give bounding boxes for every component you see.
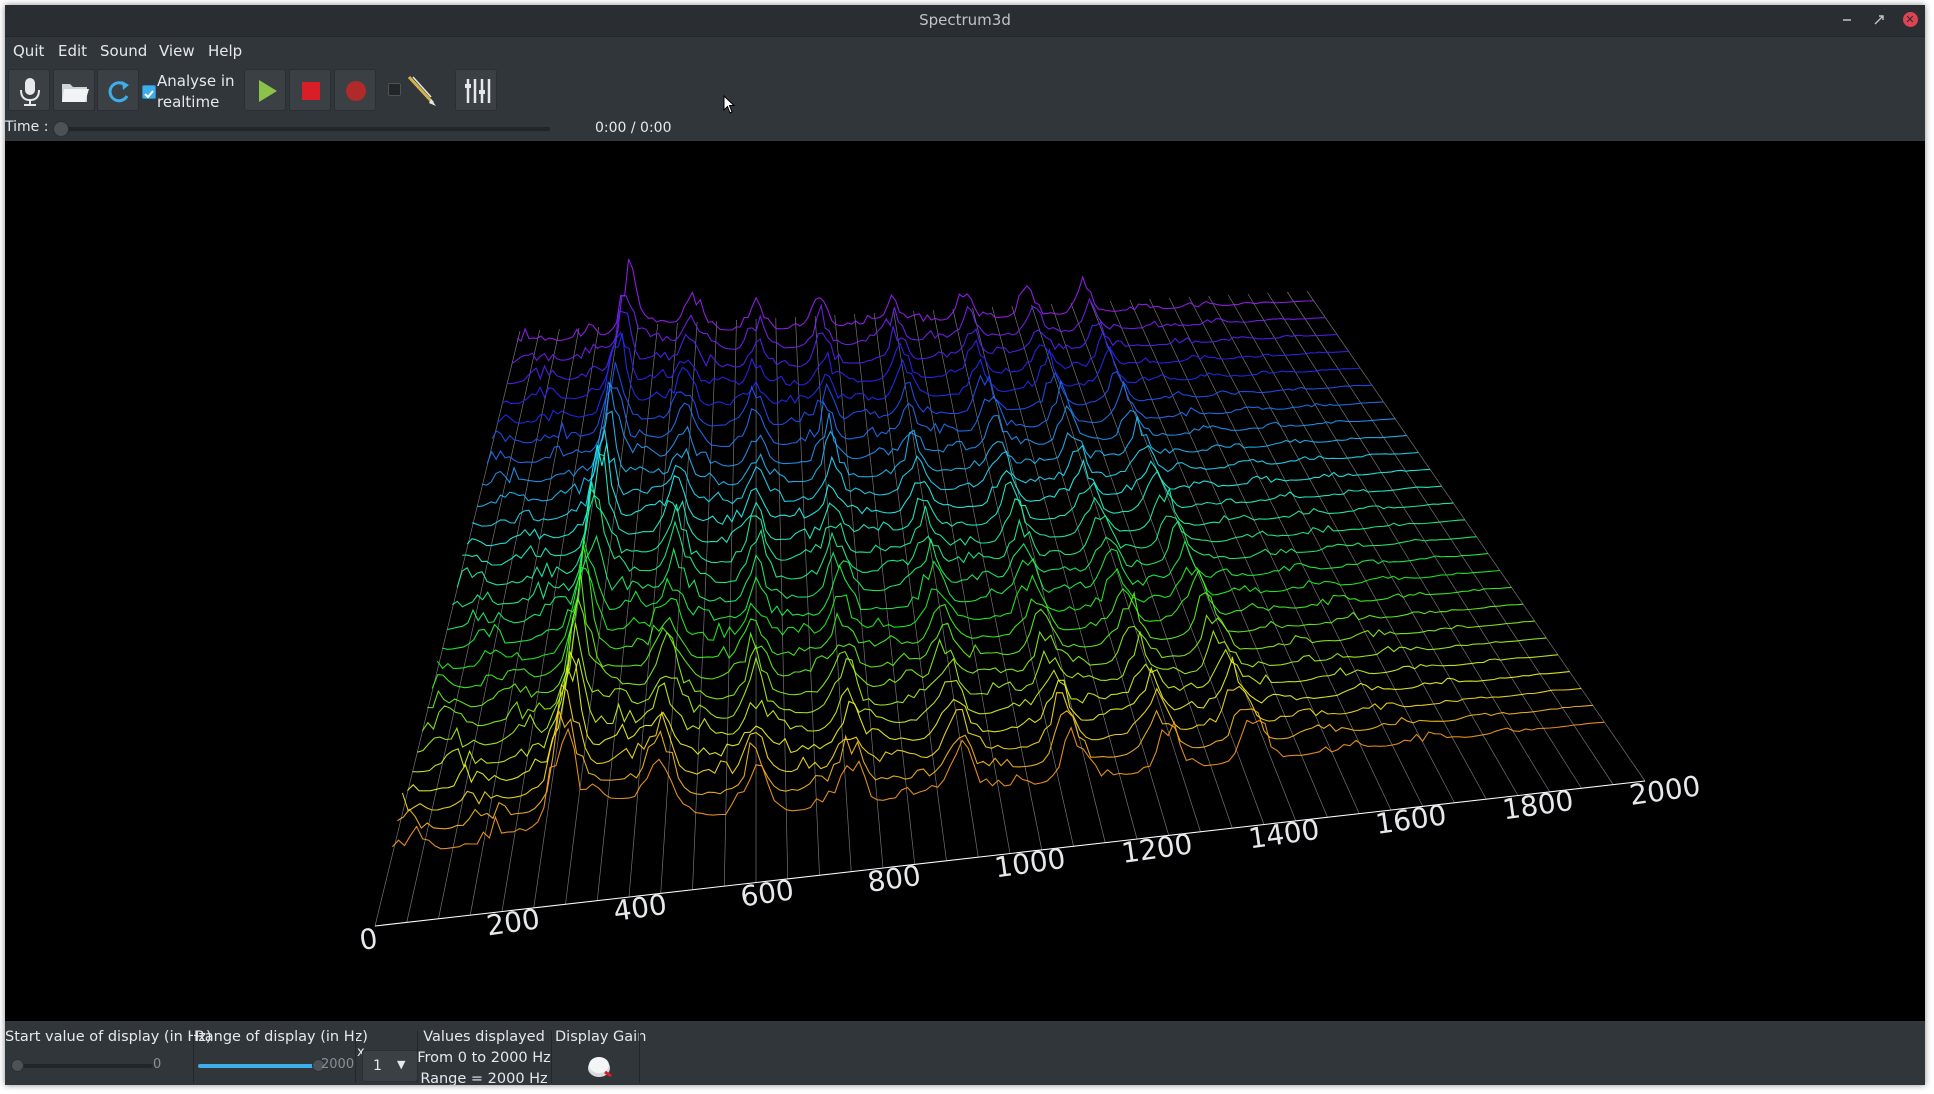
axis-tick-label: 1600 (1373, 798, 1448, 841)
spectrum-3d-plot: 0 200 400 600 800 1000 1200 1400 1600 1800 2000 (357, 258, 1703, 957)
menu-sound[interactable]: Sound (100, 42, 147, 60)
spectrum-trace (466, 442, 1431, 547)
maximize-icon (1874, 15, 1884, 25)
open-file-icon (62, 84, 89, 102)
grid-line (913, 310, 1011, 854)
spectrum-trace (511, 295, 1326, 364)
axis-tick-label: 1200 (1119, 827, 1194, 870)
axis-tick-label: 1800 (1500, 784, 1575, 827)
multiplier-value: 1 (373, 1058, 382, 1074)
stop-button[interactable] (289, 69, 331, 111)
axis-tick-label: 2000 (1627, 769, 1702, 812)
values-from: From 0 to 2000 Hz (417, 1050, 551, 1066)
start-value-slider-handle[interactable] (11, 1059, 24, 1072)
range-slider-fill (198, 1064, 318, 1068)
grid-line (893, 311, 979, 858)
time-row: Time : 0:00 / 0:00 (5, 117, 1925, 141)
open-file-button[interactable] (53, 69, 95, 111)
close-icon: ✕ (1902, 12, 1918, 27)
record-button[interactable] (334, 69, 376, 111)
pointer-checkbox[interactable] (388, 83, 401, 96)
close-button[interactable]: ✕ (1899, 9, 1921, 31)
grid-line (628, 322, 678, 898)
spectrum-trace (452, 494, 1465, 608)
axis-tick-label: 0 (357, 922, 379, 957)
values-range: Range = 2000 Hz (420, 1071, 548, 1085)
window-title: Spectrum3d (919, 11, 1011, 29)
microphone-icon (20, 78, 40, 106)
microphone-button[interactable] (8, 69, 50, 111)
multiplier-select[interactable]: 1 ▼ (362, 1050, 418, 1082)
grid-line (1031, 304, 1201, 832)
analyse-realtime-label[interactable]: Analyse in realtime (157, 71, 237, 113)
play-button[interactable] (244, 69, 286, 111)
maximize-button[interactable] (1868, 9, 1890, 31)
grid-line (1306, 290, 1646, 782)
time-readout: 0:00 / 0:00 (595, 120, 672, 136)
spectrum-trace (462, 453, 1442, 566)
start-value-slider[interactable] (13, 1064, 153, 1068)
minimize-button[interactable] (1836, 9, 1858, 31)
equalizer-button[interactable] (455, 69, 497, 111)
time-label: Time : (5, 119, 49, 135)
grid-line (1208, 295, 1487, 800)
grid-line (775, 317, 789, 879)
menu-edit[interactable]: Edit (58, 42, 87, 60)
time-slider-handle[interactable] (53, 121, 69, 137)
axis-tick-label: 600 (738, 873, 796, 913)
display-gain-knob[interactable] (583, 1050, 617, 1080)
reload-button[interactable] (97, 69, 139, 111)
spectrum-trace (482, 382, 1396, 486)
spectrum-trace (516, 258, 1314, 342)
checkmark-icon (144, 90, 154, 99)
reload-icon (108, 81, 129, 103)
values-displayed-title: Values displayed (423, 1029, 545, 1045)
grid-line (1149, 298, 1392, 811)
analyse-realtime-checkbox[interactable] (142, 85, 156, 99)
record-icon (346, 81, 366, 101)
equalizer-icon (465, 79, 491, 103)
range-label: Range of display (in Hz) (195, 1029, 368, 1045)
stop-icon (302, 82, 320, 100)
grid-line (1070, 302, 1265, 825)
toolbar: Analyse in realtime (5, 65, 1925, 117)
grid-line (406, 329, 541, 923)
start-value-label: Start value of display (in Hz) (5, 1029, 212, 1045)
mouse-cursor-icon (723, 95, 736, 114)
grid-line (991, 306, 1138, 840)
grid-line (1050, 303, 1233, 829)
axis-tick-label: 1000 (992, 842, 1067, 885)
spectrum-3d-view[interactable]: 0 200 400 600 800 1000 1200 1400 1600 1800 2000 (5, 141, 1925, 1021)
axis-tick-label: 200 (484, 902, 542, 942)
title-bar: Spectrum3d ✕ (5, 5, 1925, 37)
axis-tick-label: 800 (865, 859, 923, 899)
grid-line (795, 316, 820, 876)
time-slider[interactable] (57, 127, 550, 131)
minimize-icon (1843, 19, 1851, 21)
range-readout: 2000 (321, 1057, 355, 1072)
menu-help[interactable]: Help (208, 42, 242, 60)
grid-line (1287, 291, 1614, 785)
spectrum-trace (477, 410, 1407, 507)
spectrum-trace (421, 597, 1535, 732)
chevron-down-icon: ▼ (397, 1058, 406, 1071)
axis-tick-label: 400 (611, 888, 669, 928)
grid-line (834, 314, 884, 869)
bottom-controls: Start value of display (in Hz) 0 Range o… (5, 1021, 1925, 1085)
display-gain-label: Display Gain (555, 1029, 647, 1045)
menu-bar: Quit Edit Sound View Help (5, 37, 1925, 63)
app-window: Spectrum3d ✕ Quit Edit Sound View Help A… (5, 5, 1925, 1085)
axis-tick-label: 1400 (1246, 813, 1321, 856)
menu-quit[interactable]: Quit (13, 42, 44, 60)
grid-line (469, 327, 580, 916)
play-icon (259, 80, 277, 102)
menu-view[interactable]: View (159, 42, 195, 60)
start-value-readout: 0 (153, 1057, 162, 1072)
pointer-icon[interactable] (403, 73, 439, 109)
